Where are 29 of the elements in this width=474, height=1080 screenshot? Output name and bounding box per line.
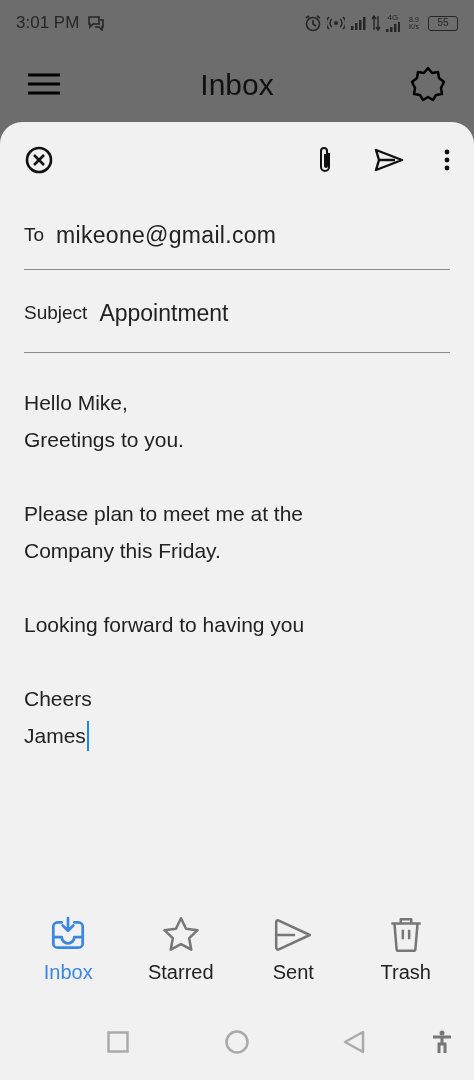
status-time: 3:01 PM	[16, 12, 80, 35]
text-cursor	[86, 720, 89, 751]
subject-label: Subject	[24, 300, 88, 325]
chat-icon	[87, 15, 106, 31]
signal-icon	[349, 16, 366, 30]
battery-indicator: 55	[428, 15, 458, 31]
message-body-field[interactable]: Hello Mike, Greetings to you. Please plan to meet me at the Company this Friday. Looking forward to having you Cheers James	[24, 384, 305, 754]
data-arrows-icon	[370, 15, 381, 31]
menu-icon[interactable]	[28, 73, 60, 95]
message-paragraph: Looking forward to having you	[24, 612, 305, 638]
send-icon[interactable]	[374, 148, 404, 172]
hotspot-icon	[326, 15, 345, 31]
app-title: Inbox	[199, 66, 275, 103]
network-type: 4G	[387, 14, 399, 22]
accessibility-icon[interactable]	[431, 1030, 453, 1054]
to-label: To	[24, 223, 45, 248]
signal-icon	[385, 22, 400, 32]
message-paragraph: Cheers James	[24, 680, 305, 754]
subject-field[interactable]: Appointment	[99, 295, 229, 331]
to-field[interactable]: mikeone@gmail.com	[56, 218, 277, 253]
alarm-icon	[303, 14, 322, 32]
message-paragraph: Please plan to meet me at the Company this Friday.	[24, 501, 304, 564]
nav-tab[interactable]: Sent	[248, 914, 339, 982]
close-icon[interactable]	[24, 145, 54, 175]
message-paragraph: Hello Mike, Greetings to you.	[24, 390, 185, 453]
nav-tab[interactable]: Starred	[135, 914, 226, 982]
theme-icon[interactable]	[410, 66, 446, 102]
nav-tab[interactable]: Trash	[360, 914, 451, 982]
more-icon[interactable]	[444, 149, 450, 171]
